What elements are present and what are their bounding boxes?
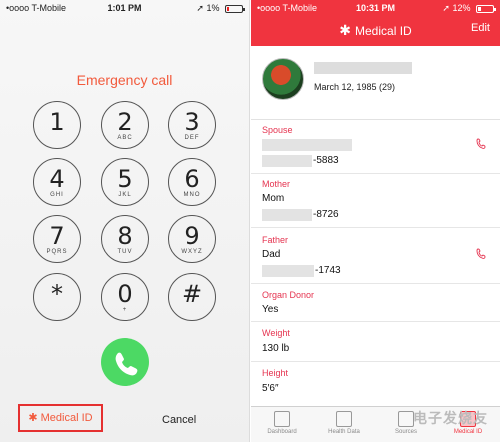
medical-star-icon: ✱: [339, 22, 352, 38]
key-letters: JKL: [118, 192, 132, 198]
battery-icon: [476, 4, 496, 13]
number-redacted: [262, 265, 314, 277]
tab-label: Sources: [394, 429, 417, 435]
battery-percent: 12%: [452, 3, 471, 13]
key-letters: TUV: [117, 249, 133, 255]
location-icon: ➚: [196, 3, 204, 13]
key-3[interactable]: 3 DEF: [168, 101, 216, 149]
phone-suffix: -8726: [313, 209, 339, 220]
key-1[interactable]: 1: [33, 101, 81, 149]
medical-id-button[interactable]: ✱ Medical ID: [18, 404, 103, 432]
key-digit: 0: [117, 280, 133, 308]
contact-spouse[interactable]: Spouse -5883: [251, 120, 500, 174]
name-redacted: [314, 62, 412, 74]
page-title-text: Medical ID: [355, 24, 412, 38]
phone-icon: [115, 352, 138, 376]
phone-icon[interactable]: [476, 248, 486, 260]
sources-icon: [398, 411, 414, 427]
phone-suffix: -1743: [315, 265, 341, 276]
key-7[interactable]: 7 PQRS: [33, 215, 81, 263]
field-label: Spouse: [262, 125, 293, 135]
nav-header: •oooo T-Mobile 10:31 PM ➚ 12% ✱ Medical I…: [251, 0, 500, 46]
tab-label: Medical ID: [453, 429, 483, 435]
key-digit: #: [181, 280, 203, 308]
contact-mother[interactable]: Mother Mom -8726: [251, 174, 500, 228]
field-label: Organ Donor: [262, 290, 315, 300]
tab-health-data[interactable]: Health Data: [313, 411, 375, 435]
status-bar: •oooo T-Mobile 10:31 PM ➚ 12%: [251, 0, 500, 18]
battery-indicator: ➚ 1%: [196, 3, 245, 14]
watermark: 电子发烧友: [413, 410, 488, 426]
key-digit: 7: [49, 222, 65, 250]
key-9[interactable]: 9 WXYZ: [168, 215, 216, 263]
field-label: Weight: [262, 328, 290, 338]
name-redacted: [262, 139, 352, 151]
key-letters: ABC: [117, 135, 133, 141]
tab-label: Dashboard: [267, 429, 297, 435]
key-4[interactable]: 4 GHI: [33, 158, 81, 206]
number-redacted: [262, 209, 312, 221]
contact-name: Mom: [262, 193, 285, 204]
key-digit: 6: [184, 165, 200, 193]
field-label: Mother: [262, 179, 291, 189]
weight-row: Weight 130 lb: [251, 322, 500, 362]
key-digit: 2: [117, 108, 133, 136]
tab-dashboard[interactable]: Dashboard: [251, 411, 313, 435]
key-letters: DEF: [184, 135, 200, 141]
key-star[interactable]: *: [33, 273, 81, 321]
battery-icon: [225, 4, 245, 13]
key-5[interactable]: 5 JKL: [101, 158, 149, 206]
key-digit: 3: [184, 108, 200, 136]
contact-father[interactable]: Father Dad -1743: [251, 228, 500, 284]
dashboard-icon: [274, 411, 290, 427]
key-letters: PQRS: [46, 249, 68, 255]
key-letters: MNO: [183, 192, 201, 198]
key-letters: +: [122, 307, 128, 313]
health-data-icon: [336, 411, 352, 427]
battery-indicator: ➚ 12%: [442, 3, 496, 14]
location-icon: ➚: [442, 3, 450, 13]
phone-suffix: -5883: [313, 155, 339, 166]
edit-button[interactable]: Edit: [471, 22, 490, 34]
medical-id-screen: •oooo T-Mobile 10:31 PM ➚ 12% ✱ Medical I…: [251, 0, 500, 442]
status-bar: •oooo T-Mobile 1:01 PM ➚ 1%: [0, 0, 249, 18]
number-redacted: [262, 155, 312, 167]
emergency-dialer-screen: •oooo T-Mobile 1:01 PM ➚ 1% Emergency ca…: [0, 0, 250, 442]
key-2[interactable]: 2 ABC: [101, 101, 149, 149]
field-label: Father: [262, 235, 289, 245]
key-hash[interactable]: #: [168, 273, 216, 321]
cancel-button[interactable]: Cancel: [162, 414, 196, 426]
field-value: Yes: [262, 304, 279, 315]
date-of-birth: March 12, 1985 (29): [314, 82, 396, 92]
battery-percent: 1%: [206, 3, 220, 13]
key-letters: GHI: [50, 192, 64, 198]
profile-summary: March 12, 1985 (29): [251, 46, 500, 120]
tab-label: Health Data: [328, 429, 360, 435]
key-digit: *: [51, 280, 63, 308]
key-6[interactable]: 6 MNO: [168, 158, 216, 206]
emergency-call-title: Emergency call: [76, 72, 173, 88]
key-8[interactable]: 8 TUV: [101, 215, 149, 263]
key-digit: 9: [184, 222, 200, 250]
page-title: ✱ Medical ID: [251, 22, 500, 39]
key-digit: 5: [117, 165, 133, 193]
key-digit: 8: [117, 222, 133, 250]
organ-donor-row: Organ Donor Yes: [251, 284, 500, 322]
height-row: Height 5′6″: [251, 362, 500, 406]
avatar: [262, 58, 304, 100]
field-label: Height: [262, 368, 289, 378]
key-digit: 4: [49, 165, 65, 193]
contact-name: Dad: [262, 249, 281, 260]
call-button[interactable]: [101, 338, 149, 386]
field-value: 5′6″: [262, 383, 279, 394]
field-value: 130 lb: [262, 343, 290, 354]
key-letters: WXYZ: [181, 249, 203, 255]
key-digit: 1: [49, 108, 65, 136]
key-0[interactable]: 0 +: [101, 273, 149, 321]
phone-icon[interactable]: [476, 138, 486, 150]
